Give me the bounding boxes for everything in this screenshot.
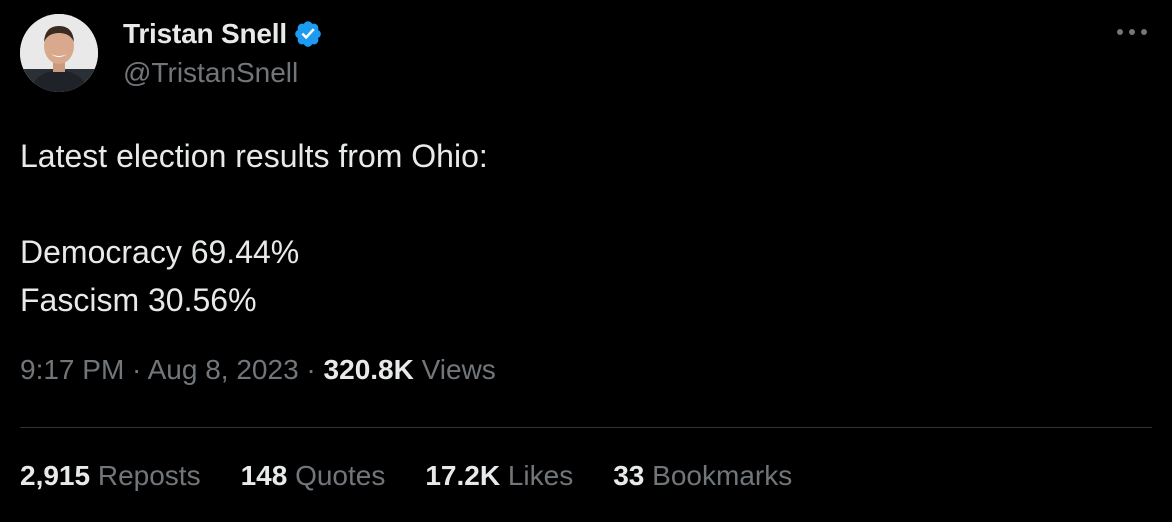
author-handle[interactable]: @TristanSnell [123,57,298,89]
meta-separator: · [298,354,324,385]
meta-separator: · [124,354,148,385]
author-name-row: Tristan Snell [123,16,323,52]
tweet-text-line [20,180,1140,228]
tweet-text: Latest election results from Ohio: Democ… [20,132,1140,324]
avatar[interactable] [20,14,98,92]
tweet-meta: 9:17 PM · Aug 8, 2023 · 320.8K Views [20,354,496,386]
quotes-stat[interactable]: 148 Quotes [241,460,386,492]
bookmarks-stat[interactable]: 33 Bookmarks [613,460,792,492]
tweet-time[interactable]: 9:17 PM [20,354,124,385]
tweet-text-line: Democracy 69.44% [20,234,300,270]
more-options-button[interactable] [1112,20,1152,44]
tweet-card: Tristan Snell @TristanSnell Latest elect… [0,0,1172,522]
more-horizontal-icon [1117,29,1147,35]
divider [20,427,1152,428]
tweet-text-line: Fascism 30.56% [20,282,257,318]
engagement-stats: 2,915 Reposts 148 Quotes 17.2K Likes 33 … [20,460,832,492]
tweet-text-line: Latest election results from Ohio: [20,138,488,174]
verified-badge-icon[interactable] [293,19,323,49]
reposts-label: Reposts [97,460,201,491]
likes-label: Likes [507,460,574,491]
tweet-date[interactable]: Aug 8, 2023 [148,354,299,385]
author-display-name[interactable]: Tristan Snell [123,18,287,50]
reposts-stat[interactable]: 2,915 Reposts [20,460,201,492]
views-label: Views [421,354,496,385]
avatar-image [20,14,98,92]
bookmarks-label: Bookmarks [652,460,793,491]
reposts-count: 2,915 [20,460,91,491]
likes-count: 17.2K [425,460,501,491]
views-count: 320.8K [323,354,414,385]
likes-stat[interactable]: 17.2K Likes [425,460,573,492]
quotes-count: 148 [240,460,288,491]
bookmarks-count: 33 [613,460,645,491]
quotes-label: Quotes [295,460,386,491]
